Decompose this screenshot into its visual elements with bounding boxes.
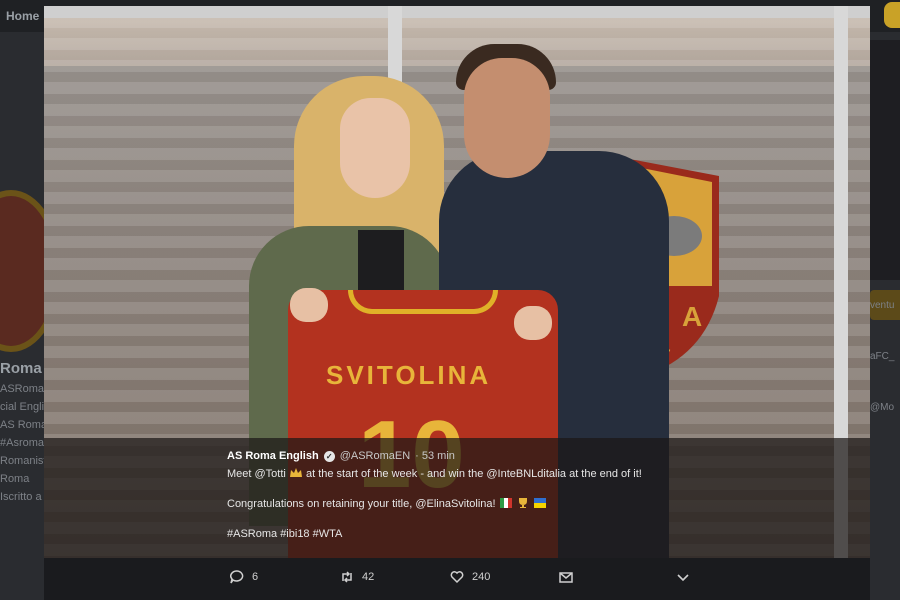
man-hand [514,306,552,340]
retweet-count: 42 [362,571,375,583]
reply-count: 6 [252,571,259,583]
top-right-button[interactable] [884,2,900,28]
flag-ukraine-icon [533,498,546,508]
woman-face [340,98,410,198]
tweet-text-part: Congratulations on retaining your title,… [227,498,496,510]
tweet-line-2: Congratulations on retaining your title,… [227,496,847,512]
window-frame-top [44,6,870,18]
right-column: ventu aFC_ @Mo [870,300,900,453]
chevron-down-icon [677,574,689,582]
message-icon [559,572,573,583]
profile-name[interactable]: Roma [0,360,46,377]
profile-line: cial Englis [0,401,46,413]
trophy-icon [518,498,527,508]
flag-italy-icon [499,498,512,508]
like-icon [450,571,464,584]
profile-line: Roma [0,473,30,485]
tweet-line-1: Meet @Totti at the start of the week - a… [227,466,847,482]
reply-icon [230,570,244,584]
reply-button[interactable]: 6 [230,570,258,584]
more-button[interactable] [676,570,690,584]
jersey-collar [348,290,498,314]
tweet-author[interactable]: AS Roma English [227,448,319,464]
profile-line[interactable]: Romanisti [0,455,46,467]
retweet-button[interactable]: 42 [340,570,374,584]
retweet-icon [342,571,352,583]
profile-handle[interactable]: ASRomaEN [0,383,46,395]
like-button[interactable]: 240 [450,570,490,584]
profile-line: Iscritto a [0,491,42,503]
profile-sidebar: Roma ASRomaEN cial Englis AS Roma #Asrom… [0,360,46,509]
tweet-header: AS Roma English ✓ @ASRomaEN · 53 min [227,448,847,464]
home-link[interactable]: Home [6,9,39,23]
right-column-item[interactable]: aFC_ [870,351,900,362]
man-face [464,58,550,178]
verified-icon: ✓ [323,450,335,462]
tweet-content: AS Roma English ✓ @ASRomaEN · 53 min Mee… [227,448,847,542]
right-column-item[interactable]: ventu [870,300,900,311]
profile-line: AS Roma [0,419,46,431]
like-count: 240 [472,571,491,583]
tweet-text-part: Meet @Totti [227,468,286,480]
message-button[interactable] [559,570,573,584]
tweet-handle[interactable]: @ASRomaEN [340,448,410,464]
profile-line[interactable]: #Asroma [0,437,46,449]
crest-letters: A [682,301,702,332]
right-panel [870,40,900,280]
tweet-action-bar: 6 42 240 [44,558,870,600]
tweet-text-part: at the start of the week - and win the @… [305,468,642,480]
right-column-item[interactable]: @Mo [870,402,900,413]
jersey-name: SVITOLINA [326,360,492,390]
woman-hand [290,288,328,322]
tweet-overlay: AS Roma English ✓ @ASRomaEN · 53 min Mee… [44,438,870,558]
tweet-time[interactable]: · 53 min [415,448,455,464]
tweet-hashtags[interactable]: #ASRoma #ibi18 #WTA [227,526,847,542]
crown-emoji-icon [289,468,302,477]
